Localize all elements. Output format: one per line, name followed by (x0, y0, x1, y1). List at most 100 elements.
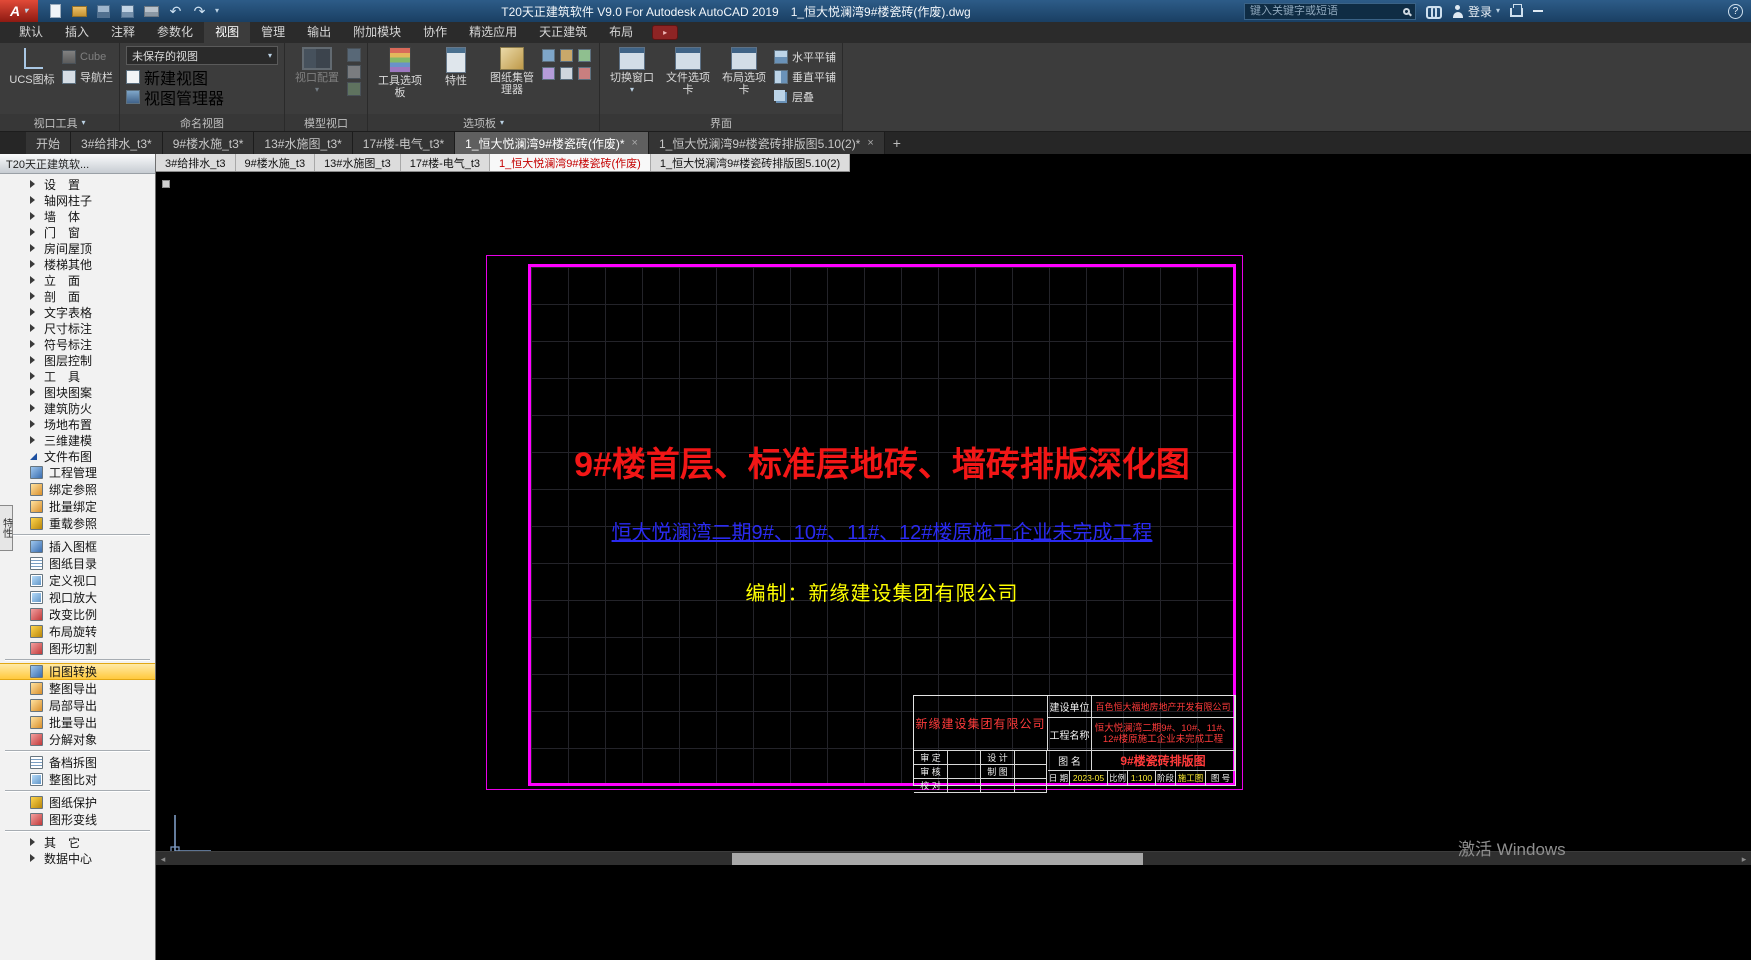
file-tab[interactable]: 13#水施图_t3* (254, 132, 353, 154)
help-icon[interactable] (1728, 3, 1743, 19)
navigation-bar-toggle-button[interactable]: 导航栏 (62, 68, 113, 85)
blocks-palette-icon[interactable] (542, 49, 555, 62)
plot-button[interactable] (143, 3, 160, 20)
drawing-canvas[interactable]: 3#给排水_t3 9#楼水施_t3 13#水施图_t3 17#楼-电气_t3 1… (156, 154, 1751, 960)
ribbon-tab-parametric[interactable]: 参数化 (146, 22, 204, 43)
palette-item-change-scale[interactable]: 改变比例 (0, 606, 155, 623)
file-tab-active[interactable]: 1_恒大悦澜湾9#楼瓷砖(作废)* (455, 132, 649, 154)
palette-group-section[interactable]: 剖 面 (0, 288, 155, 304)
panel-label-viewport-tools[interactable]: 视口工具 (0, 114, 119, 131)
file-tab-start[interactable]: 开始 (26, 132, 72, 154)
file-tab[interactable]: 3#给排水_t3* (71, 132, 163, 154)
doc-tab[interactable]: 13#水施图_t3 (315, 154, 401, 171)
command-line-icon[interactable] (578, 49, 591, 62)
ribbon-tab-addins[interactable]: 附加模块 (342, 22, 412, 43)
search-input[interactable] (1249, 5, 1399, 17)
palette-item-archive-split[interactable]: 备档拆图 (0, 754, 155, 771)
doc-tab[interactable]: 17#楼-电气_t3 (400, 154, 491, 171)
designcenter-icon[interactable] (542, 67, 555, 80)
palette-item-viewport-zoom[interactable]: 视口放大 (0, 589, 155, 606)
palette-item-batch-bind[interactable]: 批量绑定 (0, 498, 155, 515)
new-drawing-tab-button[interactable] (885, 132, 909, 154)
palette-group-elevation[interactable]: 立 面 (0, 272, 155, 288)
palette-item-reload-xref[interactable]: 重载参照 (0, 515, 155, 532)
new-file-button[interactable] (47, 3, 64, 20)
layout-tabs-toggle-button[interactable]: 布局选项卡 (718, 46, 770, 96)
palette-item-define-viewport[interactable]: 定义视口 (0, 572, 155, 589)
ribbon-extra-icon[interactable] (652, 25, 679, 40)
properties-button[interactable]: 特性 (430, 46, 482, 87)
palette-group-wall[interactable]: 墙 体 (0, 208, 155, 224)
palette-item-drawing-to-line[interactable]: 图形变线 (0, 811, 155, 828)
save-as-button[interactable] (119, 3, 136, 20)
app-store-icon[interactable] (1510, 4, 1523, 17)
panel-label-interface[interactable]: 界面 (600, 114, 842, 131)
palette-item-batch-export[interactable]: 批量导出 (0, 714, 155, 731)
named-viewport-icon[interactable] (347, 48, 361, 62)
doc-tab[interactable]: 3#给排水_t3 (156, 154, 236, 171)
palette-group-3d-modeling[interactable]: 三维建模 (0, 432, 155, 448)
calculator-icon[interactable] (560, 67, 573, 80)
palette-item-layout-rotate[interactable]: 布局旋转 (0, 623, 155, 640)
new-view-button[interactable]: 新建视图 (126, 68, 208, 88)
palette-item-bind-xref[interactable]: 绑定参照 (0, 481, 155, 498)
count-palette-icon[interactable] (560, 49, 573, 62)
file-tab[interactable]: 17#楼-电气_t3* (352, 132, 456, 154)
open-file-button[interactable] (71, 3, 88, 20)
palette-group-site-layout[interactable]: 场地布置 (0, 416, 155, 432)
view-manager-button[interactable]: 视图管理器 (126, 88, 224, 108)
ribbon-tab-layout[interactable]: 布局 (598, 22, 644, 43)
tile-vertically-button[interactable]: 垂直平铺 (774, 68, 836, 85)
ucs-icon-toggle-button[interactable]: UCS图标 (6, 46, 58, 86)
palette-item-export-whole[interactable]: 整图导出 (0, 680, 155, 697)
search-icon[interactable] (1402, 7, 1410, 15)
doc-tab-active[interactable]: 1_恒大悦澜湾9#楼瓷砖(作废) (490, 154, 651, 171)
switch-windows-button[interactable]: 切换窗口 (606, 46, 658, 94)
palette-group-room-roof[interactable]: 房间屋顶 (0, 240, 155, 256)
tool-palettes-button[interactable]: 工具选项板 (374, 46, 426, 99)
palette-splitter-grip[interactable] (162, 180, 170, 188)
file-tab[interactable]: 9#楼水施_t3* (162, 132, 255, 154)
minimize-icon[interactable] (1533, 10, 1543, 12)
redo-button[interactable] (191, 3, 208, 20)
palette-group-settings[interactable]: 设 置 (0, 176, 155, 192)
palette-item-drawing-compare[interactable]: 整图比对 (0, 771, 155, 788)
save-button[interactable] (95, 3, 112, 20)
file-tabs-toggle-button[interactable]: 文件选项卡 (662, 46, 714, 96)
palette-group-dimension[interactable]: 尺寸标注 (0, 320, 155, 336)
view-combo-box[interactable]: 未保存的视图 (126, 46, 278, 65)
palette-group-data-center[interactable]: 数据中心 (0, 850, 155, 866)
restore-viewport-icon[interactable] (347, 82, 361, 96)
palette-group-other[interactable]: 其 它 (0, 834, 155, 850)
palette-group-block-pattern[interactable]: 图块图案 (0, 384, 155, 400)
palette-title[interactable]: T20天正建筑软... (0, 154, 155, 174)
ribbon-tab-tarch[interactable]: 天正建筑 (528, 22, 598, 43)
viewport-config-button[interactable]: 视口配置 (291, 46, 343, 94)
undo-button[interactable] (167, 3, 184, 20)
ribbon-tab-output[interactable]: 输出 (296, 22, 342, 43)
ribbon-tab-manage[interactable]: 管理 (250, 22, 296, 43)
palette-item-drawing-cut[interactable]: 图形切割 (0, 640, 155, 657)
panel-label-model-viewports[interactable]: 模型视口 (285, 114, 367, 131)
cascade-windows-button[interactable]: 层叠 (774, 88, 836, 105)
signin-button[interactable]: 登录 (1452, 3, 1500, 20)
ribbon-tab-collaborate[interactable]: 协作 (412, 22, 458, 43)
doc-tab[interactable]: 1_恒大悦澜湾9#楼瓷砖排版图5.10(2) (650, 154, 851, 171)
palette-group-tools[interactable]: 工 具 (0, 368, 155, 384)
close-icon[interactable] (867, 138, 873, 149)
file-tab[interactable]: 1_恒大悦澜湾9#楼瓷砖排版图5.10(2)* (648, 132, 885, 154)
ribbon-tab-featured-apps[interactable]: 精选应用 (458, 22, 528, 43)
palette-group-text-table[interactable]: 文字表格 (0, 304, 155, 320)
ribbon-tab-annotate[interactable]: 注释 (100, 22, 146, 43)
tile-horizontally-button[interactable]: 水平平铺 (774, 48, 836, 65)
panel-label-named-views[interactable]: 命名视图 (120, 114, 284, 131)
palette-group-layer-control[interactable]: 图层控制 (0, 352, 155, 368)
binoculars-icon[interactable] (1425, 6, 1442, 19)
join-viewport-icon[interactable] (347, 65, 361, 79)
panel-label-palettes[interactable]: 选项板 (368, 114, 599, 131)
palette-group-grid-column[interactable]: 轴网柱子 (0, 192, 155, 208)
autocad-logo-button[interactable]: A (0, 0, 38, 22)
palette-item-export-partial[interactable]: 局部导出 (0, 697, 155, 714)
doc-tab[interactable]: 9#楼水施_t3 (235, 154, 316, 171)
sheet-set-manager-button[interactable]: 图纸集管理器 (486, 46, 538, 96)
